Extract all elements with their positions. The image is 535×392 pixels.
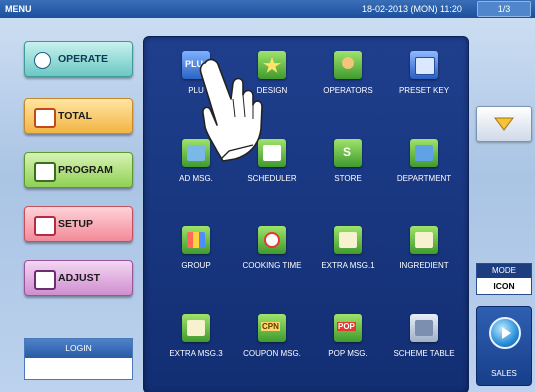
tile-extra-msg-3[interactable]: EXTRA MSG.3 bbox=[156, 314, 236, 370]
sales-play-icon bbox=[489, 317, 521, 349]
tile-label: EXTRA MSG.3 bbox=[169, 349, 223, 358]
tile-label: COOKING TIME bbox=[242, 261, 302, 270]
tile-label: SCHEDULER bbox=[247, 174, 297, 183]
scroll-down-button[interactable] bbox=[476, 106, 532, 142]
tile-label: STORE bbox=[334, 174, 362, 183]
operators-icon bbox=[334, 51, 362, 79]
triangle-down-icon bbox=[494, 117, 514, 131]
total-icon bbox=[34, 108, 56, 128]
tile-group[interactable]: GROUP bbox=[156, 226, 236, 282]
tile-department[interactable]: DEPARTMENT bbox=[384, 139, 464, 195]
tile-label: DEPARTMENT bbox=[396, 174, 452, 183]
extra-msg-icon bbox=[182, 314, 210, 342]
icon-menu-panel: PLU PLU DESIGN OPERATORS PRESET KEY AD M… bbox=[143, 36, 469, 392]
adjust-button[interactable]: ADJUST bbox=[24, 260, 133, 296]
pop-icon: POP bbox=[334, 314, 362, 342]
tile-extra-msg-1[interactable]: EXTRA MSG.1 bbox=[308, 226, 388, 282]
extra-msg-icon bbox=[334, 226, 362, 254]
setup-icon bbox=[34, 216, 56, 236]
operate-icon bbox=[34, 52, 51, 69]
department-folder-icon bbox=[410, 139, 438, 167]
screen: MENU 18-02-2013 (MON) 11:20 1/3 OPERATE … bbox=[0, 0, 535, 392]
tile-preset-key[interactable]: PRESET KEY bbox=[384, 51, 464, 107]
coupon-icon: CPN bbox=[258, 314, 286, 342]
tile-label: PRESET KEY bbox=[398, 86, 450, 95]
page-indicator: 1/3 bbox=[477, 1, 531, 17]
store-icon: S bbox=[334, 139, 362, 167]
top-bar: MENU 18-02-2013 (MON) 11:20 1/3 bbox=[0, 0, 535, 18]
setup-button[interactable]: SETUP bbox=[24, 206, 133, 242]
tile-label: AD MSG. bbox=[179, 174, 213, 183]
cooking-time-clock-icon bbox=[258, 226, 286, 254]
adjust-icon bbox=[34, 270, 56, 290]
total-label: TOTAL bbox=[58, 110, 93, 122]
operate-button[interactable]: OPERATE bbox=[24, 41, 133, 77]
pointing-hand-icon bbox=[199, 58, 263, 162]
tile-label: INGREDIENT bbox=[399, 261, 449, 270]
datetime: 18-02-2013 (MON) 11:20 bbox=[362, 4, 462, 14]
tile-label: EXTRA MSG.1 bbox=[321, 261, 375, 270]
mode-title: MODE bbox=[477, 264, 531, 278]
tile-coupon-msg[interactable]: CPN COUPON MSG. bbox=[232, 314, 312, 370]
tile-ingredient[interactable]: INGREDIENT bbox=[384, 226, 464, 282]
tile-store[interactable]: S STORE bbox=[308, 139, 388, 195]
mode-value: ICON bbox=[477, 278, 531, 294]
setup-label: SETUP bbox=[58, 218, 94, 230]
sales-label: SALES bbox=[491, 369, 517, 378]
sales-button[interactable]: SALES bbox=[476, 306, 532, 386]
tile-cooking-time[interactable]: COOKING TIME bbox=[232, 226, 312, 282]
adjust-label: ADJUST bbox=[58, 272, 101, 284]
operate-label: OPERATE bbox=[58, 53, 108, 65]
tile-operators[interactable]: OPERATORS bbox=[308, 51, 388, 107]
group-icon bbox=[182, 226, 210, 254]
tile-label: POP MSG. bbox=[328, 349, 368, 358]
ingredient-icon bbox=[410, 226, 438, 254]
total-button[interactable]: TOTAL bbox=[24, 98, 133, 134]
scheme-table-icon bbox=[410, 314, 438, 342]
program-label: PROGRAM bbox=[58, 164, 113, 176]
tile-label: SCHEME TABLE bbox=[393, 349, 455, 358]
tile-pop-msg[interactable]: POP POP MSG. bbox=[308, 314, 388, 370]
preset-key-icon bbox=[410, 51, 438, 79]
program-button[interactable]: PROGRAM bbox=[24, 152, 133, 188]
login-label: LOGIN bbox=[25, 339, 132, 358]
program-book-icon bbox=[34, 162, 56, 182]
tile-label: COUPON MSG. bbox=[243, 349, 301, 358]
tile-scheme-table[interactable]: SCHEME TABLE bbox=[384, 314, 464, 370]
login-box[interactable]: LOGIN bbox=[24, 338, 133, 380]
tile-label: GROUP bbox=[181, 261, 211, 270]
mode-toggle[interactable]: MODE ICON bbox=[476, 263, 532, 295]
tile-label: OPERATORS bbox=[323, 86, 373, 95]
menu-title: MENU bbox=[5, 4, 32, 14]
